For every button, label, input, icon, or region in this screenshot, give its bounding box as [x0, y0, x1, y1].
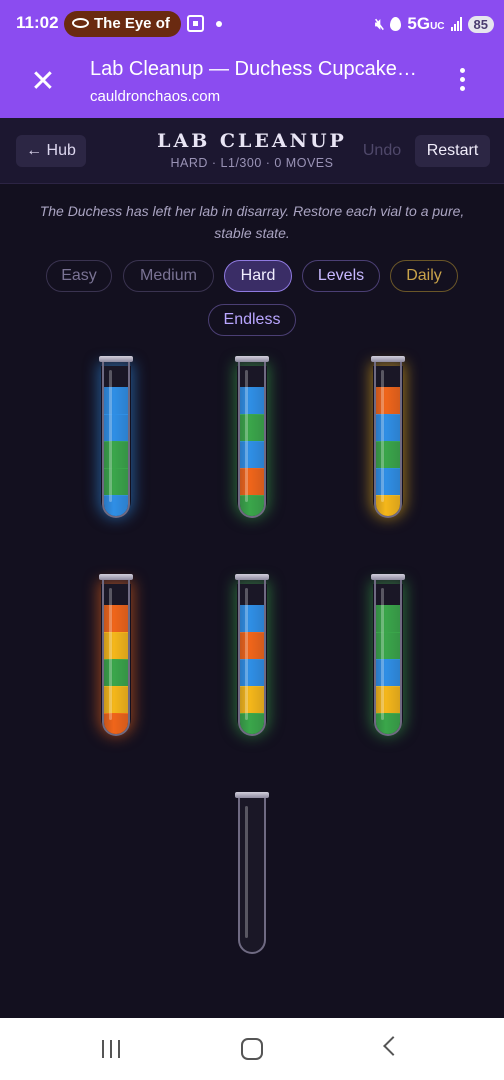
vial-shine	[381, 370, 384, 502]
vial-rim	[235, 356, 269, 362]
liquid-layer-yellow	[240, 686, 264, 714]
liquid-layer-blue	[376, 468, 400, 496]
back-icon[interactable]	[383, 1036, 403, 1056]
battery-indicator: 85	[467, 15, 494, 33]
liquid-layer-green	[240, 495, 264, 516]
liquid-layer-green	[376, 605, 400, 633]
vial-body	[102, 360, 130, 518]
vial-body	[238, 578, 266, 736]
liquid-layer-orange	[104, 713, 128, 734]
home-icon[interactable]	[241, 1038, 263, 1060]
mode-easy[interactable]: Easy	[46, 260, 112, 292]
vial-rim	[235, 574, 269, 580]
status-bar: 11:02 The Eye of 🔇︎ 5GUC 85	[0, 0, 504, 48]
liquid-layer-orange	[240, 632, 264, 660]
mute-icon: 🔇︎	[374, 15, 385, 33]
liquid-layer-green	[240, 414, 264, 442]
mode-medium[interactable]: Medium	[123, 260, 214, 292]
vial-shine	[245, 806, 248, 938]
liquid-layer-blue	[376, 659, 400, 687]
vial-7[interactable]	[235, 792, 269, 956]
liquid-layer-green	[104, 659, 128, 687]
vial-shine	[245, 588, 248, 720]
status-indicators: 🔇︎ 5GUC 85	[375, 12, 494, 36]
liquid-layer-green	[376, 441, 400, 469]
level-description: The Duchess has left her lab in disarray…	[39, 203, 465, 241]
liquid-layer-yellow	[376, 686, 400, 714]
game-header: ← Hub LAB CLEANUP HARD · L1/300 · 0 MOVE…	[0, 118, 504, 184]
notification-label: The Eye of	[94, 15, 170, 32]
vial-rim	[371, 574, 405, 580]
location-icon	[390, 17, 402, 31]
mode-hard[interactable]: Hard	[224, 260, 292, 292]
vial-shine	[109, 370, 112, 502]
vial-body	[238, 796, 266, 954]
recent-apps-icon[interactable]	[102, 1040, 122, 1058]
mode-endless[interactable]: Endless	[208, 304, 296, 336]
vial-body	[238, 360, 266, 518]
liquid-layer-blue	[240, 659, 264, 687]
liquid-layer-yellow	[376, 495, 400, 516]
liquid-layer-blue	[376, 414, 400, 442]
vial-shine	[381, 588, 384, 720]
liquid-layer-green	[104, 468, 128, 496]
liquid-layer-blue	[240, 441, 264, 469]
liquid-layer-blue	[240, 605, 264, 633]
vial-shine	[245, 370, 248, 502]
vial-4[interactable]	[99, 574, 133, 738]
more-options-icon[interactable]	[454, 68, 470, 98]
liquid-layer-orange	[104, 605, 128, 633]
network-type: 5GUC	[407, 14, 444, 34]
vial-body	[102, 578, 130, 736]
liquid-layer-blue	[104, 495, 128, 516]
vial-body	[374, 360, 402, 518]
page-url[interactable]: cauldronchaos.com	[90, 88, 220, 105]
liquid-layer-blue	[240, 387, 264, 415]
vial-1[interactable]	[99, 356, 133, 520]
mode-levels[interactable]: Levels	[302, 260, 380, 292]
liquid-layer-green	[240, 713, 264, 734]
restart-button[interactable]: Restart	[415, 135, 490, 167]
page-title: Lab Cleanup — Duchess Cupcake…	[90, 58, 417, 80]
liquid-layer-green	[104, 441, 128, 469]
network-sub-label: UC	[430, 21, 445, 32]
notification-dot-icon	[216, 21, 222, 27]
vial-5[interactable]	[235, 574, 269, 738]
vial-shine	[109, 588, 112, 720]
undo-button[interactable]: Undo	[354, 135, 410, 167]
mode-daily[interactable]: Daily	[390, 260, 458, 292]
liquid-layer-orange	[240, 468, 264, 496]
screen-capture-icon	[187, 15, 204, 32]
liquid-layer-yellow	[104, 686, 128, 714]
liquid-layer-blue	[104, 387, 128, 415]
vial-rim	[99, 356, 133, 362]
liquid-layer-yellow	[104, 632, 128, 660]
vial-body	[374, 578, 402, 736]
network-label: 5G	[407, 14, 431, 33]
vial-6[interactable]	[371, 574, 405, 738]
system-nav-bar	[0, 1018, 504, 1080]
vial-3[interactable]	[371, 356, 405, 520]
vial-rim	[99, 574, 133, 580]
eye-icon	[72, 18, 89, 29]
status-time: 11:02	[16, 13, 59, 32]
close-icon[interactable]: ✕	[28, 67, 58, 97]
liquid-layer-green	[376, 713, 400, 734]
notification-pill[interactable]: The Eye of	[64, 11, 181, 37]
vial-rim	[371, 356, 405, 362]
liquid-layer-green	[376, 632, 400, 660]
liquid-layer-blue	[104, 414, 128, 442]
liquid-layer-orange	[376, 387, 400, 415]
browser-toolbar: ✕ Lab Cleanup — Duchess Cupcake… cauldro…	[0, 48, 504, 118]
vial-2[interactable]	[235, 356, 269, 520]
signal-icon	[450, 17, 462, 31]
vial-rim	[235, 792, 269, 798]
